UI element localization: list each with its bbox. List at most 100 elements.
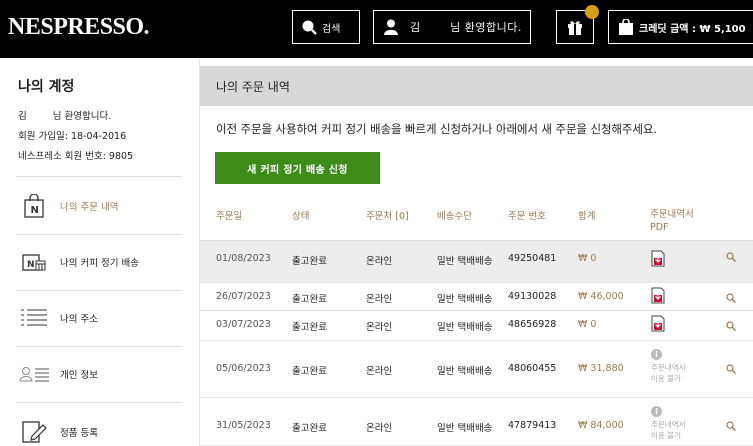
view-order-search-icon[interactable] — [726, 288, 736, 307]
search-label: 검색 — [322, 23, 341, 35]
col-header-total[interactable]: 합계 — [578, 208, 595, 222]
user-icon — [384, 19, 398, 35]
delivery-method: 일반 택배배송 — [437, 256, 493, 267]
order-date: 26/07/2023 — [216, 291, 271, 302]
sidebar-item-label: 정품 등록 — [60, 428, 98, 439]
col-header-order-no[interactable]: 주문 번호 — [508, 208, 546, 222]
view-order-search-icon[interactable] — [726, 247, 736, 266]
order-date: 01/08/2023 — [216, 253, 271, 264]
gift-icon — [568, 21, 582, 35]
address-list-icon — [14, 308, 54, 328]
order-number: 49130028 — [508, 291, 557, 302]
col-header-invoice[interactable]: 주문내역서 PDF — [650, 208, 694, 234]
order-status: 출고완료 — [292, 322, 327, 333]
sidebar-user-greeting: 님 환영합니다. — [52, 111, 112, 122]
account-button[interactable]: 김 님 환영합니다. — [373, 10, 531, 44]
order-total: ₩ 84,000 — [578, 420, 624, 431]
order-number: 48060455 — [508, 363, 557, 374]
col-header-date[interactable]: 주문일 — [216, 208, 242, 222]
col-header-invoice-line2: PDF — [650, 222, 669, 233]
order-status: 출고완료 — [292, 423, 327, 434]
sidebar-item-subscription[interactable]: N 나의 커피 정기 배송 — [0, 234, 200, 290]
col-header-delivery[interactable]: 배송수단 — [437, 208, 472, 222]
sidebar-user-name: 김 님 환영합니다. — [18, 108, 111, 122]
sidebar-item-label: 나의 주문 내역 — [60, 202, 119, 213]
product-registration-icon — [14, 420, 54, 444]
invoice-unavailable: i 주문내역서이용 불가 — [651, 349, 686, 384]
order-total: ₩ 31,880 — [578, 363, 624, 374]
svg-text:N: N — [31, 205, 39, 216]
info-icon: i — [651, 349, 662, 360]
order-total: ₩ 0 — [578, 319, 597, 330]
invoice-unavailable-line1: 주문내역서 — [651, 420, 686, 429]
nespresso-logo[interactable]: NESPRESSO. — [8, 14, 150, 41]
order-channel: 온라인 — [366, 423, 393, 434]
delivery-method: 일반 택배배송 — [437, 423, 493, 434]
svg-text:N: N — [27, 260, 35, 270]
sidebar-user-initial: 김 — [18, 111, 27, 122]
shopping-bag-icon — [619, 19, 633, 35]
order-number: 49250481 — [508, 253, 557, 264]
pdf-download-icon[interactable] — [651, 315, 665, 336]
sidebar-item-label: 나의 커피 정기 배송 — [60, 258, 139, 269]
order-status: 출고완료 — [292, 294, 327, 305]
order-date: 31/05/2023 — [216, 420, 271, 431]
account-sidebar: 나의 계정 김 님 환영합니다. 회원 가입일: 18-04-2016 네스프레소… — [0, 58, 200, 446]
cart-button[interactable]: 크레딧 금액 : ₩ 5,100 — [608, 10, 753, 44]
col-header-channel[interactable]: 주문처 [0] — [366, 208, 409, 222]
search-button[interactable]: 검색 — [292, 10, 360, 44]
order-channel: 온라인 — [366, 294, 393, 305]
sidebar-item-registration[interactable]: 정품 등록 — [0, 404, 200, 446]
sidebar-divider — [16, 176, 182, 177]
sidebar-item-label: 나의 주소 — [60, 314, 98, 325]
delivery-method: 일반 택배배송 — [437, 322, 493, 333]
order-date: 03/07/2023 — [216, 319, 271, 330]
order-total: ₩ 46,000 — [578, 291, 624, 302]
invoice-unavailable-line2: 이용 불가 — [651, 374, 681, 383]
top-header: NESPRESSO. 검색 김 님 환영합니다. 크레딧 금액 : ₩ 5,10… — [0, 0, 753, 58]
notification-badge — [585, 5, 599, 19]
order-number: 48656928 — [508, 319, 557, 330]
shopping-bag-icon: N — [14, 194, 54, 218]
personal-info-icon — [14, 365, 54, 383]
info-icon: i — [651, 406, 662, 417]
coffee-subscription-icon: N — [14, 251, 54, 273]
new-subscription-button[interactable]: 새 커피 정기 배송 신청 — [215, 152, 380, 184]
order-status: 출고완료 — [292, 256, 327, 267]
order-number: 47879413 — [508, 420, 557, 431]
invoice-unavailable: i 주문내역서이용 불가 — [651, 406, 686, 441]
order-status: 출고완료 — [292, 366, 327, 377]
member-number: 네스프레소 회원 번호: 9805 — [18, 148, 133, 162]
user-initial: 김 — [410, 21, 421, 34]
pdf-download-icon[interactable] — [651, 250, 665, 271]
intro-text: 이전 주문을 사용하여 커피 정기 배송을 빠르게 신청하거나 아래에서 새 주… — [216, 122, 657, 136]
col-header-invoice-line1: 주문내역서 — [650, 209, 694, 220]
sidebar-item-personal-info[interactable]: 개인 정보 — [0, 346, 200, 402]
page-title-bar: 나의 주문 내역 — [200, 66, 753, 106]
join-date: 회원 가입일: 18-04-2016 — [18, 131, 127, 142]
pdf-download-icon[interactable] — [651, 287, 665, 308]
order-channel: 온라인 — [366, 256, 393, 267]
user-greeting: 님 환영합니다. — [450, 21, 522, 34]
invoice-unavailable-line1: 주문내역서 — [651, 363, 686, 372]
member-number-text: 네스프레소 회원 번호: 9805 — [18, 151, 134, 162]
sidebar-item-address[interactable]: 나의 주소 — [0, 290, 200, 346]
delivery-method: 일반 택배배송 — [437, 366, 493, 377]
order-total: ₩ 0 — [578, 253, 597, 264]
sidebar-divider — [16, 402, 182, 403]
invoice-unavailable-line2: 이용 불가 — [651, 431, 681, 440]
sidebar-title: 나의 계정 — [18, 79, 75, 95]
delivery-method: 일반 택배배송 — [437, 294, 493, 305]
order-channel: 온라인 — [366, 366, 393, 377]
page-title: 나의 주문 내역 — [216, 80, 290, 94]
view-order-search-icon[interactable] — [726, 416, 736, 435]
credit-amount: 크레딧 금액 : ₩ 5,100 — [639, 23, 746, 35]
order-channel: 온라인 — [366, 322, 393, 333]
search-icon — [302, 20, 317, 35]
order-date: 05/06/2023 — [216, 363, 271, 374]
sidebar-item-orders[interactable]: N 나의 주문 내역 — [0, 178, 200, 234]
col-header-status[interactable]: 상태 — [292, 208, 309, 222]
sidebar-item-label: 개인 정보 — [60, 370, 98, 381]
view-order-search-icon[interactable] — [726, 316, 736, 335]
view-order-search-icon[interactable] — [726, 359, 736, 378]
